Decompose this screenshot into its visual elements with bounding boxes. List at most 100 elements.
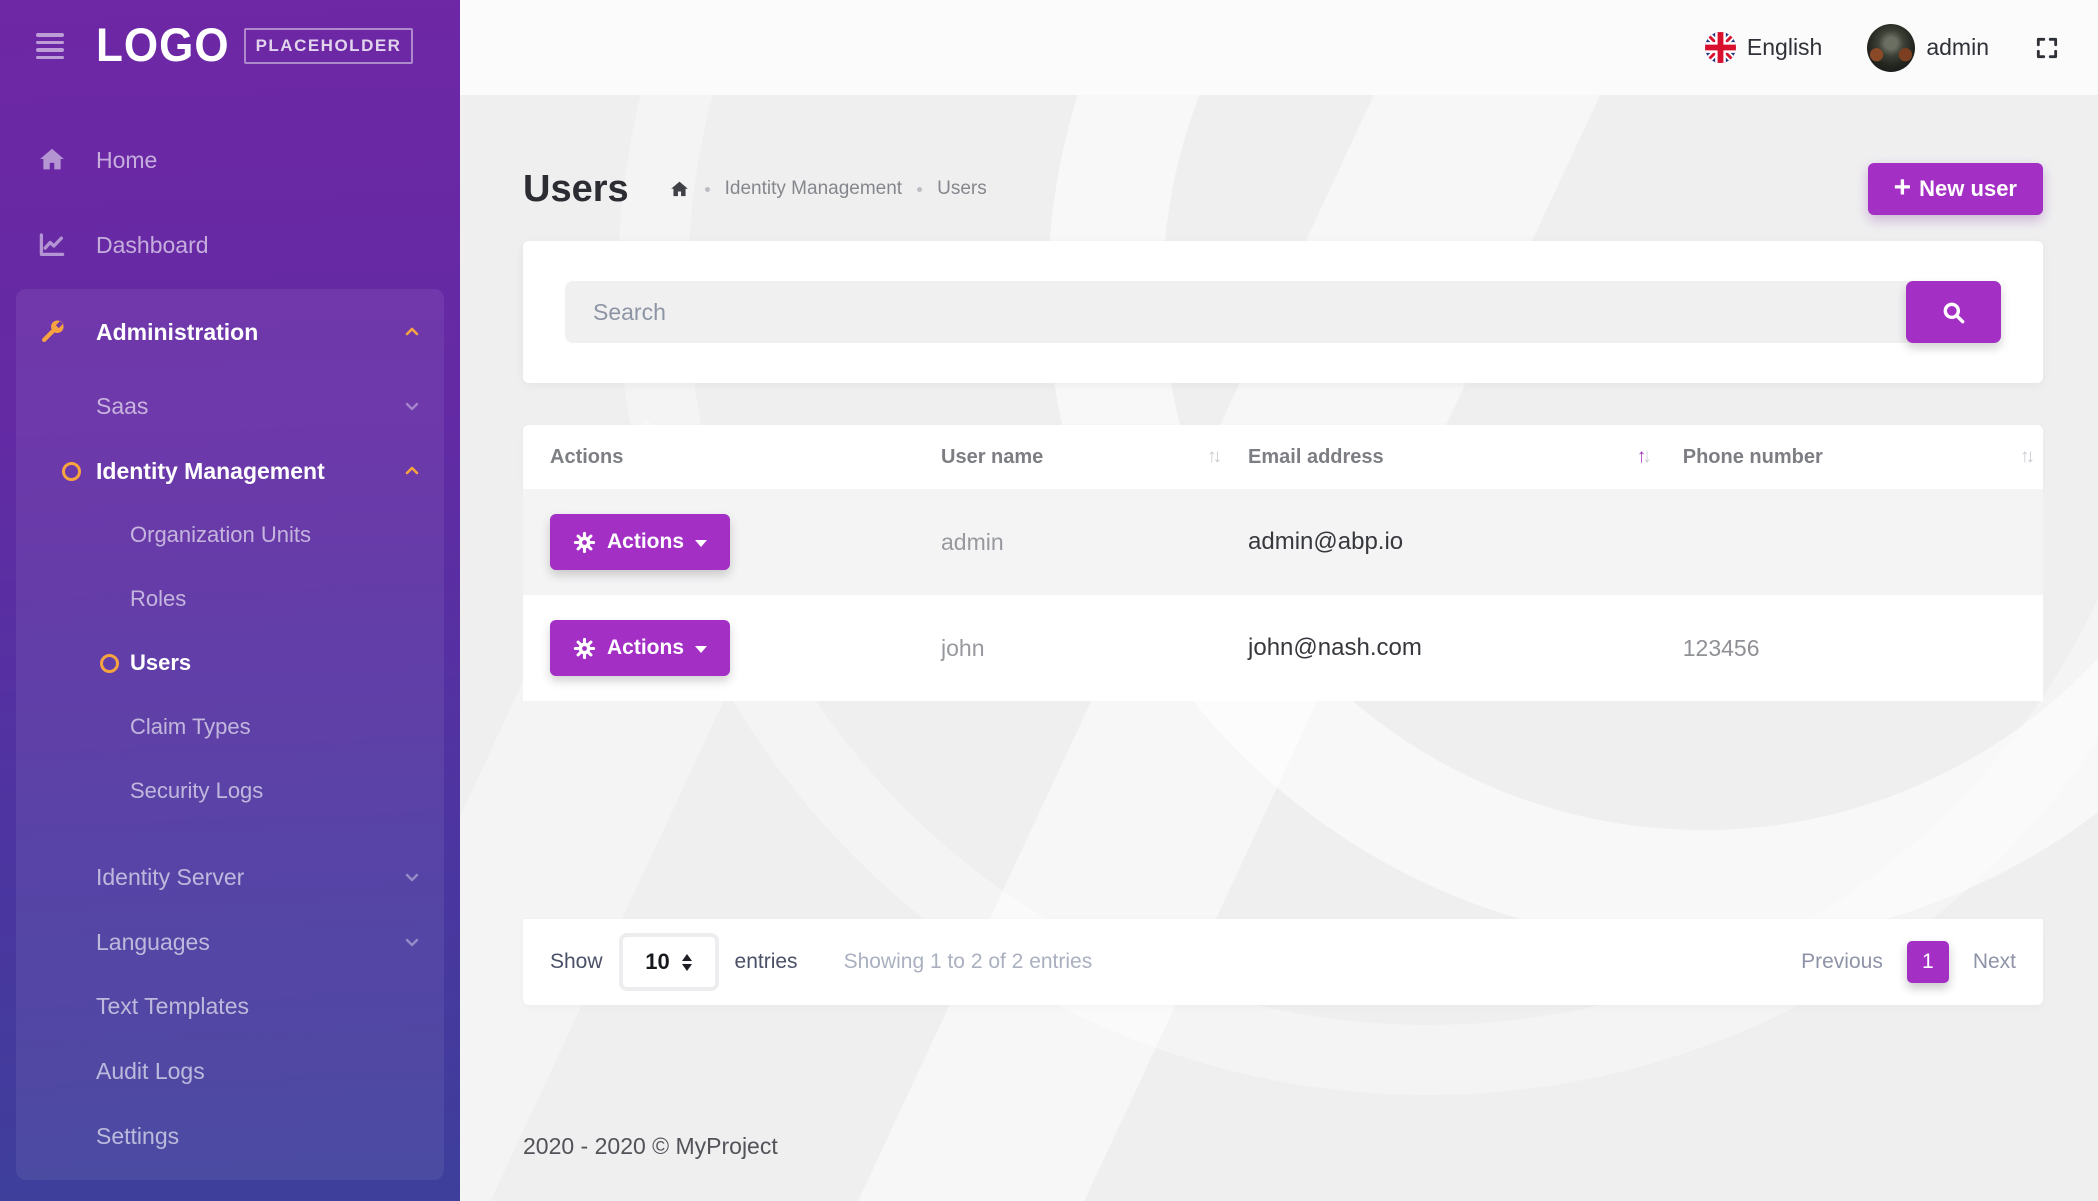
table-empty-space bbox=[523, 701, 2043, 919]
sidebar-item-languages[interactable]: Languages bbox=[16, 910, 444, 974]
caret-down-icon bbox=[695, 646, 707, 653]
sidebar-item-label: Dashboard bbox=[96, 232, 209, 259]
sidebar-item-security-logs[interactable]: Security Logs bbox=[16, 759, 444, 823]
language-label: English bbox=[1747, 34, 1822, 61]
breadcrumb-current: Users bbox=[937, 178, 987, 200]
sort-icon: ↑↓ bbox=[2020, 446, 2035, 468]
sidebar-item-label: Languages bbox=[96, 929, 210, 956]
sidebar-item-label: Identity Management bbox=[96, 458, 325, 485]
wrench-icon bbox=[36, 317, 68, 347]
cell-user-name: john bbox=[941, 635, 1248, 662]
sidebar-item-label: Organization Units bbox=[130, 522, 311, 548]
logo-text: LOGO bbox=[96, 19, 230, 73]
breadcrumb-parent[interactable]: Identity Management bbox=[725, 178, 902, 200]
chevron-up-icon bbox=[404, 464, 420, 478]
search-input[interactable] bbox=[565, 281, 1916, 343]
search-button[interactable] bbox=[1906, 281, 2001, 343]
sidebar-item-organization-units[interactable]: Organization Units bbox=[16, 503, 444, 567]
breadcrumb-home-icon[interactable] bbox=[669, 179, 690, 200]
pagination-summary: Showing 1 to 2 of 2 entries bbox=[844, 950, 1093, 974]
sidebar-item-roles[interactable]: Roles bbox=[16, 567, 444, 631]
gear-icon bbox=[573, 637, 596, 660]
language-selector[interactable]: English bbox=[1705, 32, 1822, 63]
sidebar-item-settings[interactable]: Settings bbox=[16, 1104, 444, 1168]
user-menu[interactable]: admin bbox=[1867, 24, 1989, 72]
users-table: Actions User name ↑↓ Email address ↑↓ Ph… bbox=[523, 425, 2043, 1005]
sidebar-item-administration[interactable]: Administration bbox=[16, 300, 444, 364]
sidebar-item-audit-logs[interactable]: Audit Logs bbox=[16, 1039, 444, 1103]
sidebar-item-identity-server[interactable]: Identity Server bbox=[16, 845, 444, 909]
page-title: Users bbox=[523, 168, 629, 211]
next-page-button[interactable]: Next bbox=[1973, 950, 2016, 974]
uk-flag-icon bbox=[1705, 32, 1736, 63]
page-1-button[interactable]: 1 bbox=[1907, 941, 1949, 983]
row-actions-button[interactable]: Actions bbox=[550, 620, 730, 676]
sidebar-item-label: Claim Types bbox=[130, 714, 251, 740]
new-user-button[interactable]: + New user bbox=[1868, 163, 2043, 215]
table-row: Actions admin admin@abp.io bbox=[523, 489, 2043, 595]
sidebar-item-claim-types[interactable]: Claim Types bbox=[16, 695, 444, 759]
column-header-phone[interactable]: Phone number ↑↓ bbox=[1683, 446, 2043, 469]
cell-email: admin@abp.io bbox=[1248, 528, 1683, 556]
show-label: Show bbox=[550, 950, 603, 974]
page-size-value: 10 bbox=[645, 949, 669, 975]
sidebar-item-label: Settings bbox=[96, 1123, 179, 1150]
main-area: English admin Users bbox=[460, 0, 2098, 1201]
page-header: Users Identity Management Users + New us… bbox=[523, 163, 2043, 215]
sidebar-item-label: Home bbox=[96, 147, 157, 174]
sidebar-item-label: Identity Server bbox=[96, 864, 244, 891]
sidebar-item-label: Text Templates bbox=[96, 993, 249, 1020]
sidebar-item-identity-management[interactable]: Identity Management bbox=[16, 439, 444, 503]
table-footer: Show 10 entries Showing 1 to 2 of 2 entr… bbox=[523, 919, 2043, 1005]
caret-down-icon bbox=[695, 540, 707, 547]
pager: Previous 1 Next bbox=[1801, 941, 2016, 983]
cell-user-name: admin bbox=[941, 529, 1248, 556]
sidebar-admin-section: Administration Saas Identity Management bbox=[16, 289, 444, 1180]
page-size-select[interactable]: 10 bbox=[619, 933, 719, 991]
sidebar-item-label: Security Logs bbox=[130, 778, 263, 804]
sidebar-item-text-templates[interactable]: Text Templates bbox=[16, 974, 444, 1038]
sidebar-item-label: Users bbox=[130, 650, 191, 676]
search-card bbox=[523, 241, 2043, 383]
entries-label: entries bbox=[735, 950, 798, 974]
bullet-icon bbox=[100, 654, 119, 673]
sidebar-item-users[interactable]: Users bbox=[16, 631, 444, 695]
sort-asc-icon: ↑↓ bbox=[1637, 446, 1652, 468]
stepper-arrows-icon bbox=[682, 954, 692, 971]
chevron-up-icon bbox=[404, 325, 420, 339]
fullscreen-icon[interactable] bbox=[2034, 35, 2060, 61]
sidebar-item-dashboard[interactable]: Dashboard bbox=[0, 213, 460, 277]
table-row: Actions john john@nash.com 123456 bbox=[523, 595, 2043, 701]
column-header-user-name[interactable]: User name ↑↓ bbox=[941, 446, 1248, 469]
topbar: English admin bbox=[460, 0, 2098, 95]
sidebar-item-label: Administration bbox=[96, 319, 258, 346]
breadcrumb-separator bbox=[917, 187, 922, 192]
previous-page-button[interactable]: Previous bbox=[1801, 950, 1883, 974]
avatar bbox=[1867, 24, 1915, 72]
username-label: admin bbox=[1926, 34, 1989, 61]
content: Users Identity Management Users + New us… bbox=[460, 95, 2098, 1201]
sidebar-item-label: Audit Logs bbox=[96, 1058, 205, 1085]
gear-icon bbox=[573, 531, 596, 554]
breadcrumb-separator bbox=[705, 187, 710, 192]
sidebar-item-label: Roles bbox=[130, 586, 186, 612]
app-window: LOGO PLACEHOLDER Home Dashboard Administ… bbox=[0, 0, 2098, 1201]
table-header-row: Actions User name ↑↓ Email address ↑↓ Ph… bbox=[523, 425, 2043, 489]
row-actions-button[interactable]: Actions bbox=[550, 514, 730, 570]
cell-phone: 123456 bbox=[1683, 635, 2043, 662]
logo-badge: PLACEHOLDER bbox=[244, 28, 414, 64]
bullet-icon bbox=[62, 462, 81, 481]
sidebar-item-label: Saas bbox=[96, 393, 148, 420]
column-header-actions: Actions bbox=[523, 446, 941, 469]
sidebar-item-home[interactable]: Home bbox=[0, 128, 460, 192]
breadcrumb: Identity Management Users bbox=[669, 178, 987, 200]
sidebar-item-saas[interactable]: Saas bbox=[16, 374, 444, 438]
menu-toggle-icon[interactable] bbox=[36, 33, 64, 59]
home-icon bbox=[36, 145, 68, 175]
chevron-down-icon bbox=[404, 399, 420, 413]
sidebar: LOGO PLACEHOLDER Home Dashboard Administ… bbox=[0, 0, 460, 1201]
column-header-email[interactable]: Email address ↑↓ bbox=[1248, 446, 1683, 469]
cell-email: john@nash.com bbox=[1248, 634, 1683, 662]
new-user-label: New user bbox=[1919, 176, 2017, 202]
sort-icon: ↑↓ bbox=[1207, 446, 1222, 468]
